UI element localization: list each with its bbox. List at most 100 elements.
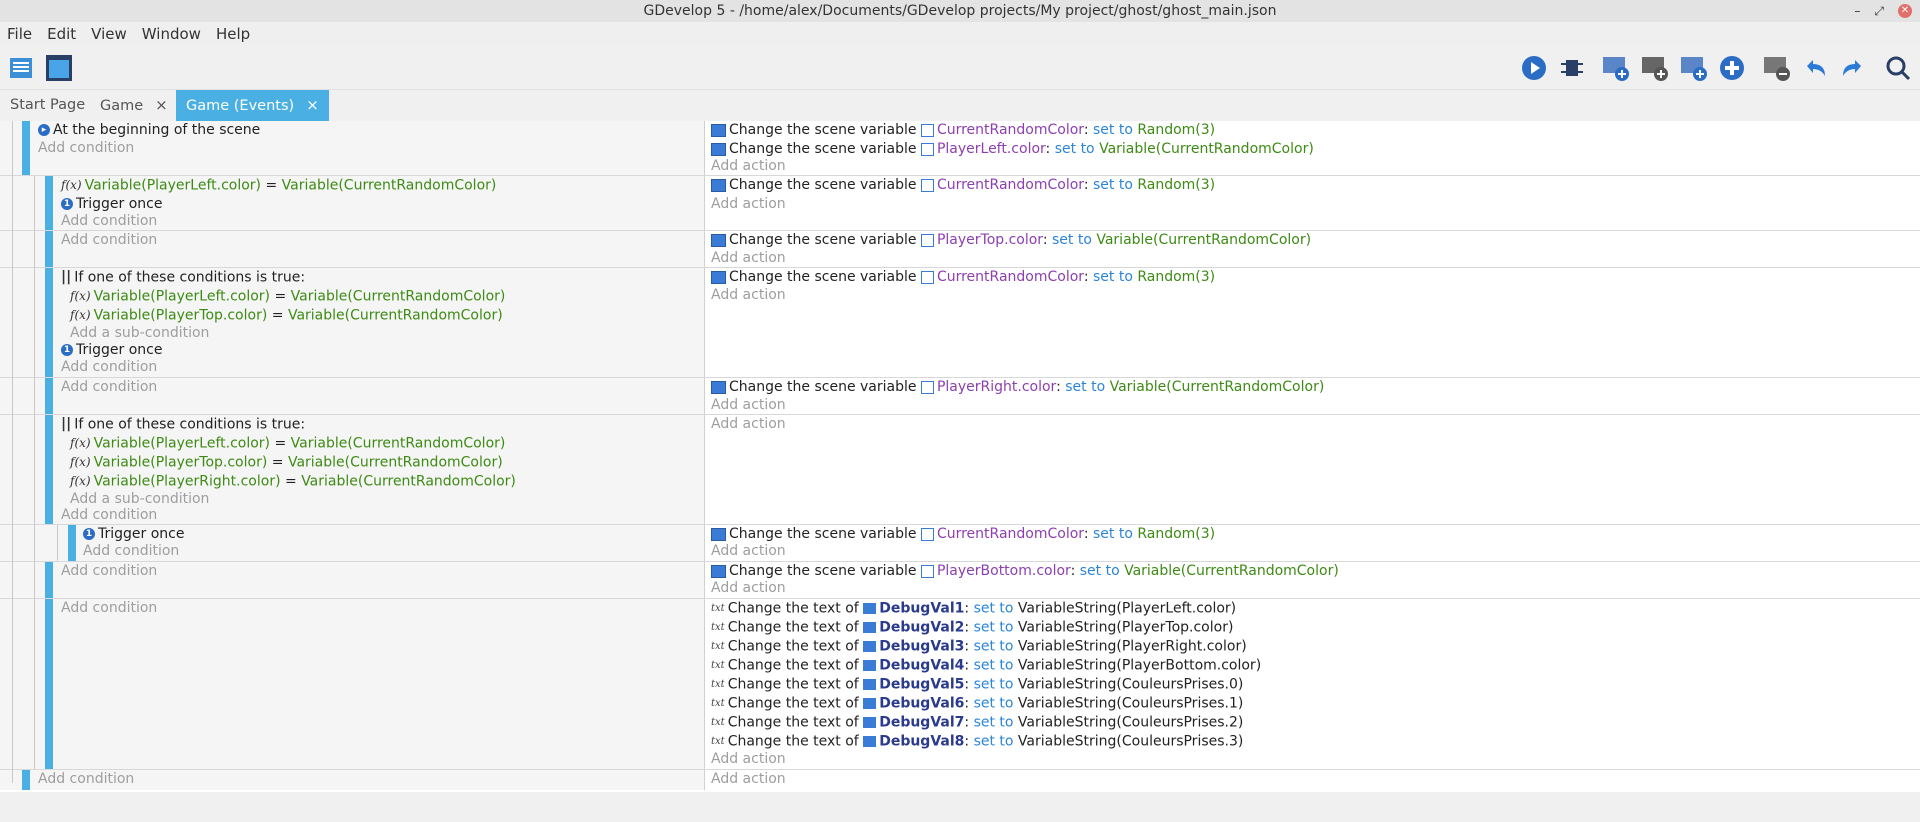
add-subevent-icon[interactable] (1640, 53, 1670, 83)
or-condition[interactable]: || If one of these conditions is true: (61, 268, 305, 287)
add-condition[interactable]: Add condition (61, 562, 157, 581)
menu-window[interactable]: Window (135, 25, 209, 43)
add-action[interactable]: Add action (711, 415, 786, 434)
event-row[interactable]: || If one of these conditions is true: f(… (0, 415, 1920, 525)
add-condition[interactable]: Add condition (61, 231, 157, 250)
action[interactable]: Change the scene variable CurrentRandomC… (711, 121, 1215, 140)
event-drag-handle[interactable] (22, 770, 30, 790)
event-row[interactable]: Add condition Change the scene variable … (0, 231, 1920, 268)
event-drag-handle[interactable] (45, 231, 53, 267)
variable-icon (920, 142, 934, 156)
project-manager-icon[interactable] (6, 53, 36, 83)
event-row[interactable]: Add condition Add action (0, 770, 1920, 790)
action[interactable]: Change the scene variable PlayerRight.co… (711, 378, 1324, 397)
redo-icon[interactable] (1838, 53, 1868, 83)
action-verb: Change the text of (727, 733, 859, 750)
variable-name: CurrentRandomColor (936, 177, 1084, 193)
text-icon: txt (711, 622, 725, 633)
event-actions: Change the scene variable PlayerBottom.c… (705, 562, 1920, 598)
action[interactable]: Change the scene variable CurrentRandomC… (711, 176, 1215, 195)
event-row[interactable]: 1 Trigger once Add condition Change the s… (0, 525, 1920, 562)
event-row[interactable]: Add condition txt Change the text of Debu… (0, 599, 1920, 770)
menu-view[interactable]: View (84, 25, 135, 43)
action[interactable]: Change the scene variable PlayerLeft.col… (711, 140, 1314, 159)
action[interactable]: Change the scene variable CurrentRandomC… (711, 268, 1215, 287)
event-drag-handle[interactable] (68, 525, 76, 561)
add-condition[interactable]: Add condition (61, 358, 157, 377)
add-action[interactable]: Add action (711, 542, 786, 561)
tab-game[interactable]: Game × (90, 90, 178, 121)
event-row[interactable]: f(x) Variable(PlayerLeft.color) = Variabl… (0, 176, 1920, 231)
close-window-icon[interactable]: ✕ (1898, 4, 1912, 18)
sub-condition[interactable]: f(x) Variable(PlayerLeft.color) = Variabl… (70, 287, 505, 306)
sub-condition[interactable]: f(x) Variable(PlayerTop.color) = Variable… (70, 306, 503, 325)
action[interactable]: Change the scene variable PlayerBottom.c… (711, 562, 1339, 581)
action[interactable]: Change the scene variable CurrentRandomC… (711, 525, 1215, 544)
add-condition[interactable]: Add condition (61, 378, 157, 397)
action[interactable]: txt Change the text of DebugVal5: set to … (711, 675, 1243, 694)
add-action[interactable]: Add action (711, 195, 786, 214)
menu-file[interactable]: File (0, 25, 40, 43)
add-condition[interactable]: Add condition (61, 599, 157, 618)
add-action[interactable]: Add action (711, 770, 786, 789)
undo-icon[interactable] (1800, 53, 1830, 83)
operator: set to (1052, 232, 1092, 248)
event-drag-handle[interactable] (45, 378, 53, 414)
text-object-icon (863, 603, 877, 614)
add-action[interactable]: Add action (711, 579, 786, 598)
action[interactable]: txt Change the text of DebugVal6: set to … (711, 694, 1243, 713)
scene-editor-icon[interactable] (44, 53, 74, 83)
delete-event-icon[interactable] (1762, 53, 1792, 83)
event-row[interactable]: ▸ At the beginning of the scene Add condi… (0, 121, 1920, 176)
add-action[interactable]: Add action (711, 157, 786, 176)
menu-help[interactable]: Help (209, 25, 258, 43)
event-drag-handle[interactable] (45, 176, 53, 230)
menu-edit[interactable]: Edit (40, 25, 84, 43)
expression-icon: f(x) (70, 436, 91, 450)
preview-icon[interactable] (1519, 53, 1549, 83)
add-condition[interactable]: Add condition (61, 506, 157, 525)
event-row[interactable]: Add condition Change the scene variable … (0, 378, 1920, 415)
tab-game-events[interactable]: Game (Events) × (176, 90, 329, 121)
add-event-icon[interactable] (1601, 53, 1631, 83)
sub-condition[interactable]: f(x) Variable(PlayerRight.color) = Variab… (70, 472, 516, 491)
add-action[interactable]: Add action (711, 286, 786, 305)
action[interactable]: txt Change the text of DebugVal3: set to … (711, 637, 1247, 656)
add-condition[interactable]: Add condition (61, 212, 157, 231)
event-drag-handle[interactable] (45, 415, 53, 524)
action[interactable]: txt Change the text of DebugVal8: set to … (711, 732, 1243, 751)
sub-condition[interactable]: f(x) Variable(PlayerTop.color) = Variable… (70, 453, 503, 472)
event-drag-handle[interactable] (45, 599, 53, 769)
add-instruction-icon[interactable] (1717, 53, 1747, 83)
event-drag-handle[interactable] (45, 268, 53, 377)
event-row[interactable]: Add condition Change the scene variable … (0, 562, 1920, 599)
scene-variable-icon (711, 564, 726, 578)
condition[interactable]: ▸ At the beginning of the scene (38, 121, 260, 140)
minimize-icon[interactable]: – (1854, 0, 1860, 22)
event-row[interactable]: || If one of these conditions is true: f(… (0, 268, 1920, 378)
add-action[interactable]: Add action (711, 249, 786, 268)
debugger-icon[interactable] (1557, 53, 1587, 83)
or-condition[interactable]: || If one of these conditions is true: (61, 415, 305, 434)
event-drag-handle[interactable] (45, 562, 53, 598)
close-tab-icon[interactable]: × (306, 96, 319, 114)
action[interactable]: txt Change the text of DebugVal2: set to … (711, 618, 1233, 637)
action[interactable]: Change the scene variable PlayerTop.colo… (711, 231, 1311, 250)
add-action[interactable]: Add action (711, 396, 786, 415)
add-condition[interactable]: Add condition (38, 139, 134, 158)
action[interactable]: txt Change the text of DebugVal7: set to … (711, 713, 1243, 732)
add-condition[interactable]: Add condition (83, 542, 179, 561)
tab-start-page[interactable]: Start Page (0, 90, 95, 121)
maximize-icon[interactable]: ⤢ (1874, 0, 1884, 22)
add-condition[interactable]: Add condition (38, 770, 134, 789)
close-tab-icon[interactable]: × (155, 96, 168, 114)
add-comment-icon[interactable] (1679, 53, 1709, 83)
window-title: GDevelop 5 - /home/alex/Documents/GDevel… (643, 3, 1277, 19)
action[interactable]: txt Change the text of DebugVal1: set to … (711, 599, 1236, 618)
event-drag-handle[interactable] (22, 121, 30, 175)
condition[interactable]: f(x) Variable(PlayerLeft.color) = Variabl… (61, 176, 496, 195)
sub-condition[interactable]: f(x) Variable(PlayerLeft.color) = Variabl… (70, 434, 505, 453)
add-action[interactable]: Add action (711, 750, 786, 769)
action[interactable]: txt Change the text of DebugVal4: set to … (711, 656, 1261, 675)
search-icon[interactable] (1883, 53, 1913, 83)
